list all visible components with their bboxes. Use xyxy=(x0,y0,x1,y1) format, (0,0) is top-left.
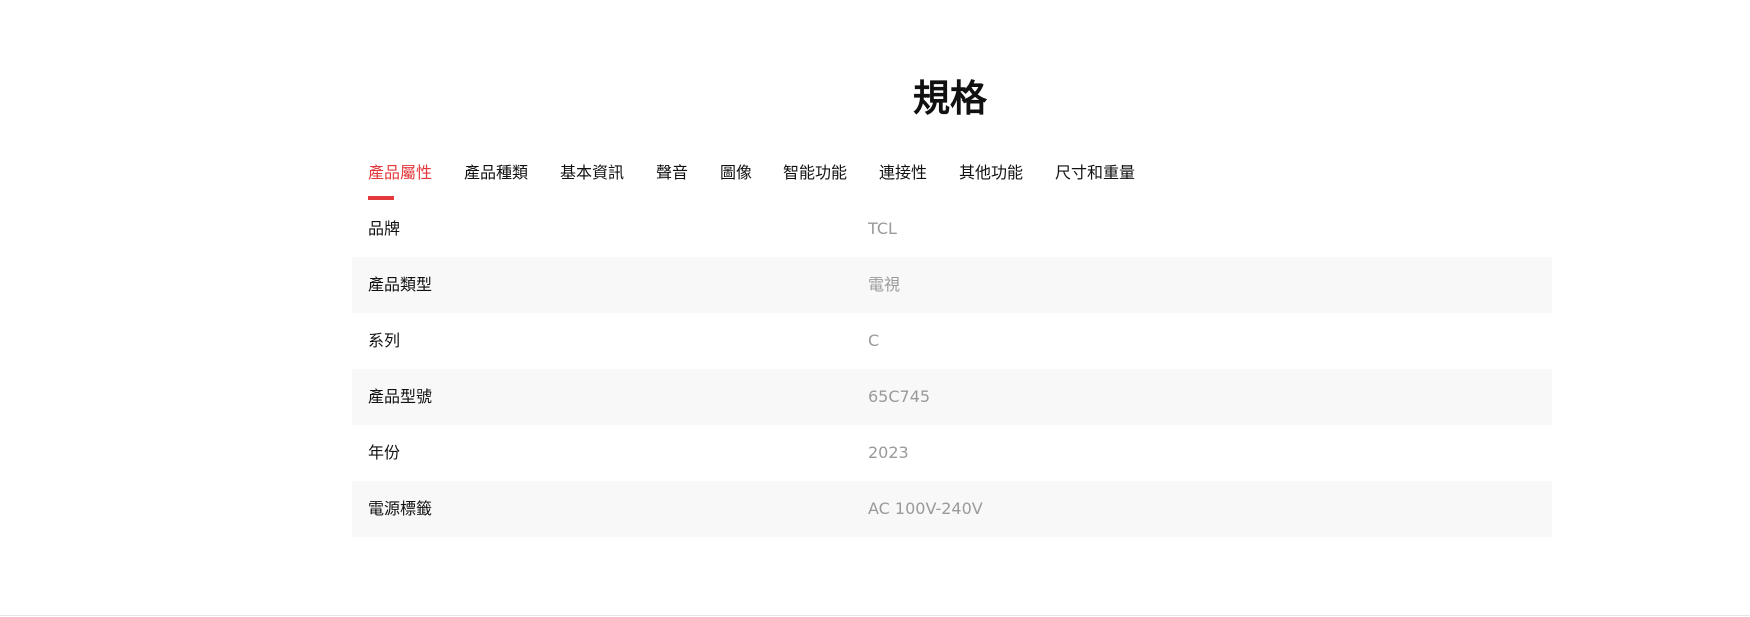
spec-table: 品牌 TCL 產品類型 電視 系列 C 產品型號 65C745 年份 2023 … xyxy=(352,201,1552,537)
spec-label: 產品型號 xyxy=(368,387,433,406)
spec-row: 產品型號 65C745 xyxy=(352,369,1552,425)
spec-label: 電源標籤 xyxy=(368,499,433,518)
spec-page: 規格 產品屬性 產品種類 基本資訊 聲音 圖像 智能功能 連接性 其他功能 尺寸… xyxy=(0,0,1750,617)
spec-row: 年份 2023 xyxy=(352,425,1552,481)
tab-basic-info[interactable]: 基本資訊 xyxy=(560,162,624,184)
tab-dimensions-weight[interactable]: 尺寸和重量 xyxy=(1055,162,1135,184)
spec-value: 電視 xyxy=(868,275,901,294)
active-tab-indicator xyxy=(368,196,394,200)
spec-value: 2023 xyxy=(868,443,909,462)
section-divider xyxy=(0,615,1750,616)
spec-value: AC 100V-240V xyxy=(868,499,983,518)
tab-product-type[interactable]: 產品種類 xyxy=(464,162,528,184)
spec-row: 品牌 TCL xyxy=(352,201,1552,257)
spec-row: 系列 C xyxy=(352,313,1552,369)
spec-row: 電源標籤 AC 100V-240V xyxy=(352,481,1552,537)
spec-value: 65C745 xyxy=(868,387,931,406)
tab-product-attributes[interactable]: 產品屬性 xyxy=(368,162,432,184)
page-title: 規格 xyxy=(913,77,987,120)
tab-audio[interactable]: 聲音 xyxy=(656,162,688,184)
spec-label: 產品類型 xyxy=(368,275,433,294)
spec-row: 產品類型 電視 xyxy=(352,257,1552,313)
tab-connectivity[interactable]: 連接性 xyxy=(879,162,927,184)
tab-smart-features[interactable]: 智能功能 xyxy=(783,162,847,184)
tab-other-features[interactable]: 其他功能 xyxy=(959,162,1023,184)
spec-label: 品牌 xyxy=(368,219,401,238)
spec-value: C xyxy=(868,331,880,350)
tab-picture[interactable]: 圖像 xyxy=(720,162,752,184)
spec-label: 系列 xyxy=(368,331,401,350)
spec-label: 年份 xyxy=(368,443,401,462)
spec-value: TCL xyxy=(868,219,897,238)
spec-tabs: 產品屬性 產品種類 基本資訊 聲音 圖像 智能功能 連接性 其他功能 尺寸和重量 xyxy=(352,156,1552,202)
